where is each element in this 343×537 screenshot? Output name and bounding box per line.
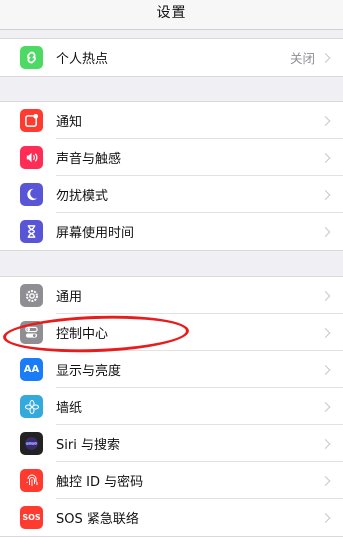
siri-icon <box>20 432 43 455</box>
row-general[interactable]: 通用 <box>0 277 343 314</box>
row-emergency-sos[interactable]: SOS SOS 紧急联络 <box>0 499 343 536</box>
row-sounds-haptics[interactable]: 声音与触感 <box>0 139 343 176</box>
row-label: Siri 与搜索 <box>56 438 120 453</box>
row-label: 墙纸 <box>56 401 83 416</box>
row-label: 屏幕使用时间 <box>56 226 135 241</box>
settings-group-notifications: 通知 声音与触感 勿扰模式 屏幕使用时间 <box>0 101 343 251</box>
row-wallpaper[interactable]: 墙纸 <box>0 388 343 425</box>
notification-icon <box>20 109 43 132</box>
row-touch-id-passcode[interactable]: 触控 ID 与密码 <box>0 462 343 499</box>
row-personal-hotspot[interactable]: 个人热点 关闭 <box>0 39 343 76</box>
speaker-icon <box>20 146 43 169</box>
flower-icon <box>20 395 43 418</box>
chevron-right-icon <box>320 52 331 63</box>
row-display-brightness[interactable]: AA 显示与亮度 <box>0 351 343 388</box>
row-siri-search[interactable]: Siri 与搜索 <box>0 425 343 462</box>
row-control-center[interactable]: 控制中心 <box>0 314 343 351</box>
fingerprint-icon <box>20 469 43 492</box>
row-label: 通知 <box>56 115 83 130</box>
chevron-right-icon <box>320 512 331 523</box>
chevron-right-icon <box>320 438 331 449</box>
gear-icon <box>20 284 43 307</box>
chevron-right-icon <box>320 364 331 375</box>
chevron-right-icon <box>320 152 331 163</box>
row-label: 声音与触感 <box>56 152 122 167</box>
moon-icon <box>20 183 43 206</box>
toggle-icon <box>20 321 43 344</box>
row-label: 显示与亮度 <box>56 364 122 379</box>
row-label: 个人热点 <box>56 52 109 67</box>
sos-icon: SOS <box>20 506 43 529</box>
row-label: SOS 紧急联络 <box>56 512 139 527</box>
row-label: 通用 <box>56 290 83 305</box>
chevron-right-icon <box>320 475 331 486</box>
settings-group-general: 通用 控制中心 AA 显示与亮度 墙纸 Siri 与搜索 触控 ID 与密码 S… <box>0 276 343 537</box>
chevron-right-icon <box>320 327 331 338</box>
row-do-not-disturb[interactable]: 勿扰模式 <box>0 176 343 213</box>
nav-bar: 设置 <box>0 0 343 30</box>
settings-group-hotspot: 个人热点 关闭 <box>0 38 343 77</box>
chevron-right-icon <box>320 401 331 412</box>
chevron-right-icon <box>320 290 331 301</box>
row-screen-time[interactable]: 屏幕使用时间 <box>0 213 343 250</box>
hotspot-status-value: 关闭 <box>289 51 315 66</box>
link-icon <box>20 46 43 69</box>
row-notifications[interactable]: 通知 <box>0 102 343 139</box>
row-label: 勿扰模式 <box>56 189 109 204</box>
row-label: 触控 ID 与密码 <box>56 475 144 490</box>
hourglass-icon <box>20 220 43 243</box>
text-size-icon: AA <box>20 358 43 381</box>
chevron-right-icon <box>320 115 331 126</box>
chevron-right-icon <box>320 189 331 200</box>
row-label: 控制中心 <box>56 327 109 342</box>
chevron-right-icon <box>320 226 331 237</box>
page-title: 设置 <box>156 5 187 21</box>
